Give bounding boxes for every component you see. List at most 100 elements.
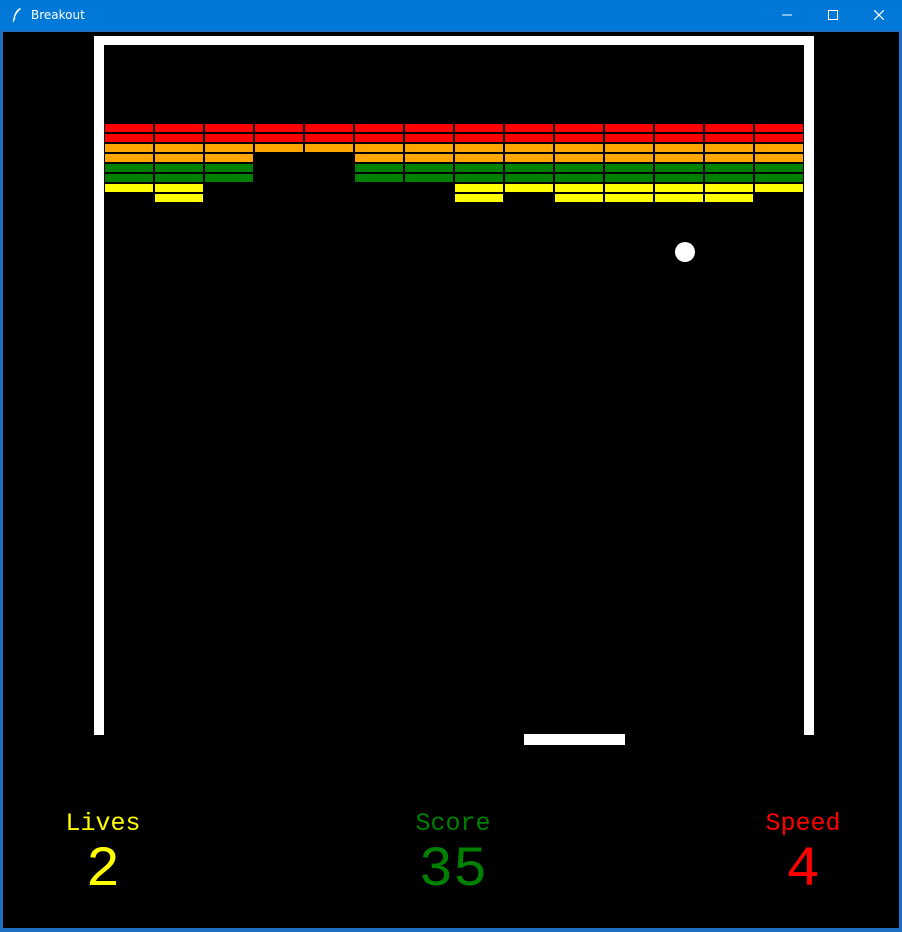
orange-brick <box>404 143 454 153</box>
orange-brick <box>204 143 254 153</box>
red-brick <box>704 133 754 143</box>
green-brick <box>504 163 554 173</box>
red-brick <box>104 133 154 143</box>
red-brick <box>554 133 604 143</box>
yellow-brick <box>154 183 204 193</box>
orange-brick <box>354 153 404 163</box>
red-brick <box>504 133 554 143</box>
close-button[interactable] <box>856 0 902 30</box>
game-canvas[interactable]: Lives 2 Score 35 Speed 4 <box>3 32 899 928</box>
orange-brick <box>704 153 754 163</box>
red-brick <box>554 123 604 133</box>
yellow-brick <box>554 193 604 203</box>
red-brick <box>604 133 654 143</box>
red-brick <box>604 123 654 133</box>
red-brick <box>204 123 254 133</box>
red-brick <box>704 123 754 133</box>
minimize-icon <box>782 14 792 16</box>
title-bar: Breakout <box>0 0 902 30</box>
orange-brick <box>354 143 404 153</box>
orange-brick <box>554 153 604 163</box>
orange-brick <box>254 143 304 153</box>
yellow-brick <box>704 183 754 193</box>
red-brick <box>654 133 704 143</box>
red-brick <box>654 123 704 133</box>
orange-brick <box>104 153 154 163</box>
orange-brick <box>454 143 504 153</box>
green-brick <box>454 163 504 173</box>
green-brick <box>604 173 654 183</box>
green-brick <box>104 173 154 183</box>
lives-label: Lives <box>65 809 141 838</box>
red-brick <box>154 133 204 143</box>
maximize-icon <box>828 10 838 20</box>
red-brick <box>504 123 554 133</box>
green-brick <box>154 173 204 183</box>
red-brick <box>254 133 304 143</box>
green-brick <box>204 163 254 173</box>
green-brick <box>154 163 204 173</box>
yellow-brick <box>554 183 604 193</box>
green-brick <box>354 173 404 183</box>
yellow-brick <box>154 193 204 203</box>
speed-label: Speed <box>765 809 841 838</box>
red-brick <box>454 133 504 143</box>
red-brick <box>754 123 804 133</box>
minimize-button[interactable] <box>764 0 810 30</box>
orange-brick <box>404 153 454 163</box>
green-brick <box>404 173 454 183</box>
top-wall <box>94 36 814 45</box>
green-brick <box>404 163 454 173</box>
green-brick <box>504 173 554 183</box>
orange-brick <box>754 143 804 153</box>
score-value: 35 <box>418 839 488 903</box>
green-brick <box>754 163 804 173</box>
ball <box>675 242 695 262</box>
orange-brick <box>654 143 704 153</box>
feather-icon <box>12 8 21 23</box>
orange-brick <box>104 143 154 153</box>
orange-brick <box>604 153 654 163</box>
orange-brick <box>654 153 704 163</box>
orange-brick <box>504 153 554 163</box>
red-brick <box>404 133 454 143</box>
left-wall <box>94 36 104 735</box>
green-brick <box>654 163 704 173</box>
maximize-button[interactable] <box>810 0 856 30</box>
green-brick <box>704 163 754 173</box>
orange-brick <box>304 143 354 153</box>
green-brick <box>554 163 604 173</box>
red-brick <box>354 123 404 133</box>
orange-brick <box>704 143 754 153</box>
yellow-brick <box>604 193 654 203</box>
green-brick <box>654 173 704 183</box>
yellow-brick <box>454 183 504 193</box>
green-brick <box>754 173 804 183</box>
speed-value: 4 <box>785 839 821 903</box>
yellow-brick <box>754 183 804 193</box>
red-brick <box>304 123 354 133</box>
yellow-brick <box>604 183 654 193</box>
score-label: Score <box>415 809 491 838</box>
yellow-brick <box>104 183 154 193</box>
yellow-brick <box>454 193 504 203</box>
orange-brick <box>204 153 254 163</box>
window-title: Breakout <box>31 8 85 22</box>
red-brick <box>204 133 254 143</box>
green-brick <box>704 173 754 183</box>
close-icon <box>874 10 884 20</box>
orange-brick <box>504 143 554 153</box>
red-brick <box>754 133 804 143</box>
yellow-brick <box>504 183 554 193</box>
red-brick <box>404 123 454 133</box>
green-brick <box>204 173 254 183</box>
orange-brick <box>454 153 504 163</box>
red-brick <box>304 133 354 143</box>
green-brick <box>354 163 404 173</box>
paddle[interactable] <box>524 734 625 745</box>
yellow-brick <box>654 183 704 193</box>
red-brick <box>104 123 154 133</box>
yellow-brick <box>704 193 754 203</box>
green-brick <box>104 163 154 173</box>
green-brick <box>454 173 504 183</box>
